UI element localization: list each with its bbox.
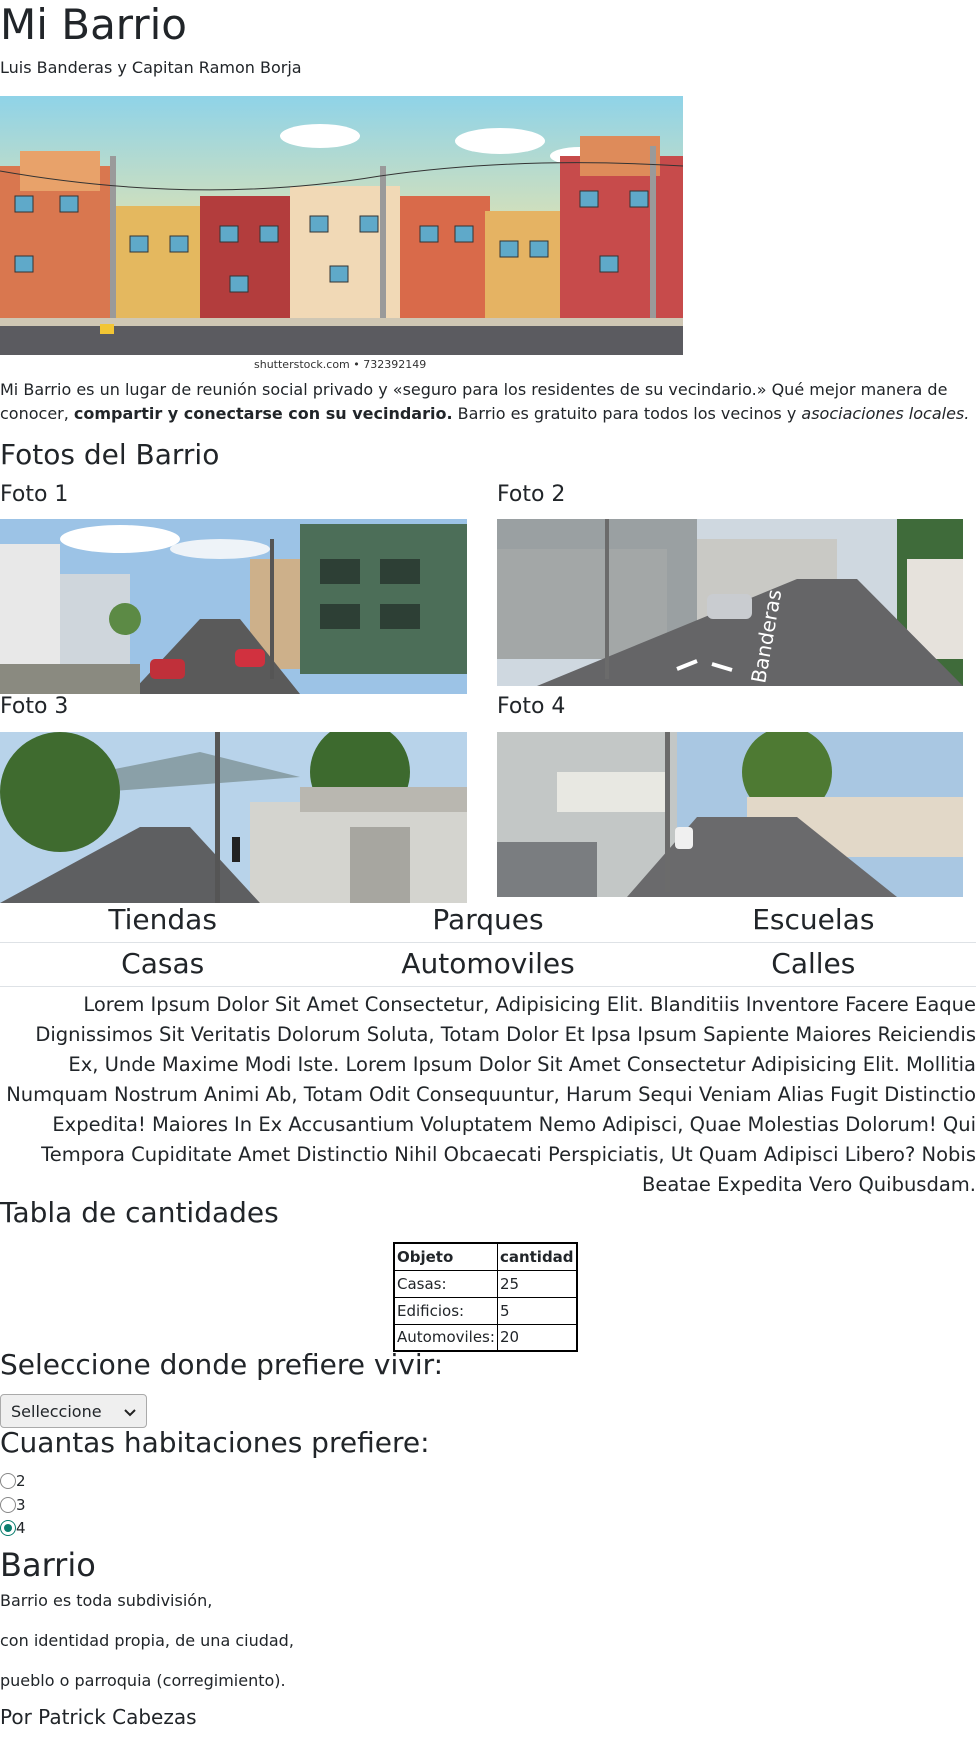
photo-1-title: Foto 1 — [0, 482, 69, 507]
nav-link-tiendas[interactable]: Tiendas — [0, 900, 325, 942]
radio-button[interactable] — [0, 1473, 16, 1489]
nav-link-automoviles[interactable]: Automoviles — [325, 944, 650, 986]
table-cell: Automoviles: — [393, 1323, 498, 1352]
barrio-line-1: Barrio es toda subdivisión, — [0, 1591, 213, 1610]
radio-button-selected[interactable] — [0, 1520, 16, 1536]
photo-3-title: Foto 3 — [0, 694, 69, 719]
table-cell: Edificios: — [393, 1296, 498, 1325]
table-row: Edificios: 5 — [393, 1296, 578, 1325]
hero-illustration — [0, 96, 683, 355]
page-subtitle: Luis Banderas y Capitan Ramon Borja — [0, 58, 302, 77]
table-header: Objeto — [393, 1242, 498, 1271]
table-header-row: Objeto cantidad — [393, 1242, 578, 1271]
radio-option-4[interactable]: 4 — [0, 1519, 26, 1537]
intro-italic: asociaciones locales. — [801, 404, 970, 423]
intro-paragraph: Mi Barrio es un lugar de reunión social … — [0, 378, 976, 426]
photo-1 — [0, 519, 467, 694]
author-credit: Por Patrick Cabezas — [0, 1705, 197, 1729]
table-cell: 5 — [496, 1296, 578, 1325]
nav-link-escuelas[interactable]: Escuelas — [651, 900, 976, 942]
living-place-select[interactable]: Selleccione — [0, 1394, 147, 1428]
radio-option-2[interactable]: 2 — [0, 1472, 26, 1490]
radio-label: 3 — [16, 1496, 26, 1514]
select-heading: Seleccione donde prefiere vivir: — [0, 1348, 444, 1381]
page: Mi Barrio Luis Banderas y Capitan Ramon … — [0, 0, 976, 1740]
image-credit: shutterstock.com • 732392149 — [254, 358, 427, 371]
barrio-heading: Barrio — [0, 1546, 96, 1584]
table-header: cantidad — [496, 1242, 578, 1271]
intro-text-2: Barrio es gratuito para todos los vecino… — [452, 404, 802, 423]
lorem-paragraph: Lorem Ipsum Dolor Sit Amet Consectetur, … — [6, 993, 976, 1196]
radio-heading: Cuantas habitaciones prefiere: — [0, 1426, 430, 1459]
barrio-line-2: con identidad propia, de una ciudad, — [0, 1631, 294, 1650]
radio-label: 4 — [16, 1519, 26, 1537]
radio-button[interactable] — [0, 1497, 16, 1513]
page-title: Mi Barrio — [0, 0, 187, 49]
nav-link-casas[interactable]: Casas — [0, 944, 325, 986]
table-row: Casas: 25 — [393, 1269, 578, 1298]
photo-4 — [497, 732, 963, 897]
nav-link-calles[interactable]: Calles — [651, 944, 976, 986]
chevron-down-icon — [124, 1402, 136, 1421]
nav-row-2: Casas Automoviles Calles — [0, 944, 976, 987]
quantity-table: Objeto cantidad Casas: 25 Edificios: 5 A… — [393, 1242, 578, 1352]
nav-link-parques[interactable]: Parques — [325, 900, 650, 942]
table-heading: Tabla de cantidades — [0, 1196, 279, 1229]
table-cell: 20 — [496, 1323, 578, 1352]
intro-bold: compartir y conectarse con su vecindario… — [73, 404, 453, 423]
radio-option-3[interactable]: 3 — [0, 1496, 26, 1514]
photo-2: Banderas — [497, 519, 963, 686]
select-value: Selleccione — [11, 1401, 102, 1421]
table-cell: 25 — [496, 1269, 578, 1298]
photo-2-title: Foto 2 — [497, 482, 566, 507]
photo-3 — [0, 732, 467, 903]
table-row: Automoviles: 20 — [393, 1323, 578, 1352]
barrio-line-3: pueblo o parroquia (corregimiento). — [0, 1671, 286, 1690]
photo-4-title: Foto 4 — [497, 694, 566, 719]
table-cell: Casas: — [393, 1269, 498, 1298]
nav-row-1: Tiendas Parques Escuelas — [0, 900, 976, 943]
photos-heading: Fotos del Barrio — [0, 438, 220, 471]
radio-label: 2 — [16, 1472, 26, 1490]
